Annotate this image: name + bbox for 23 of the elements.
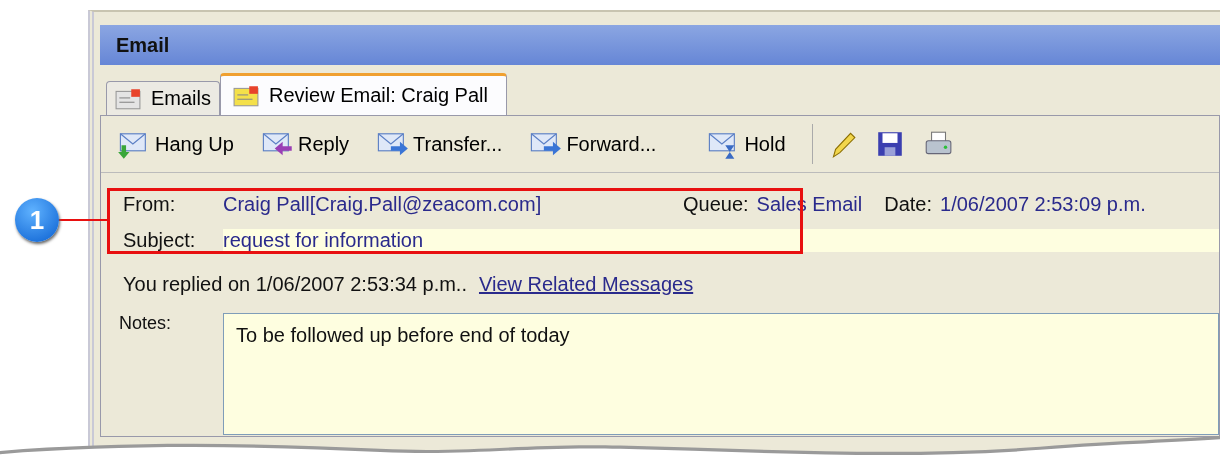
toolbar-button[interactable]: Forward... [528, 129, 671, 159]
field-label: From: [123, 192, 177, 216]
tab[interactable]: Emails [106, 81, 220, 115]
field-label: Notes: [119, 313, 173, 335]
reply-info: You replied on 1/06/2007 2:53:34 p.m.. [123, 272, 467, 296]
window-title: Email [116, 33, 170, 57]
field-label: Subject: [123, 228, 197, 252]
toolbar-button[interactable]: Hold [706, 129, 800, 159]
field-label: Queue: [683, 192, 749, 216]
subject-value: request for information [223, 228, 1219, 252]
toolbar-button[interactable]: Transfer... [375, 129, 517, 159]
callout-badge: 1 [15, 198, 59, 242]
sender-value: Craig Pall[Craig.Pall@zeacom.com] [223, 192, 543, 216]
notes-field[interactable]: To be followed up before end of today [223, 313, 1219, 435]
field-label: Date: [884, 192, 933, 216]
toolbar-button[interactable]: Hang Up [117, 129, 248, 159]
date-value: 1/06/2007 2:53:09 p.m. [940, 192, 1146, 216]
leader-line [58, 219, 107, 221]
related-messages-link[interactable]: View Related Messages [479, 272, 694, 296]
tab[interactable]: Review Email: Craig Pall [220, 73, 507, 115]
document-icon [115, 87, 141, 110]
toolbar-button[interactable]: Reply [259, 129, 364, 159]
note-icon [233, 84, 259, 107]
